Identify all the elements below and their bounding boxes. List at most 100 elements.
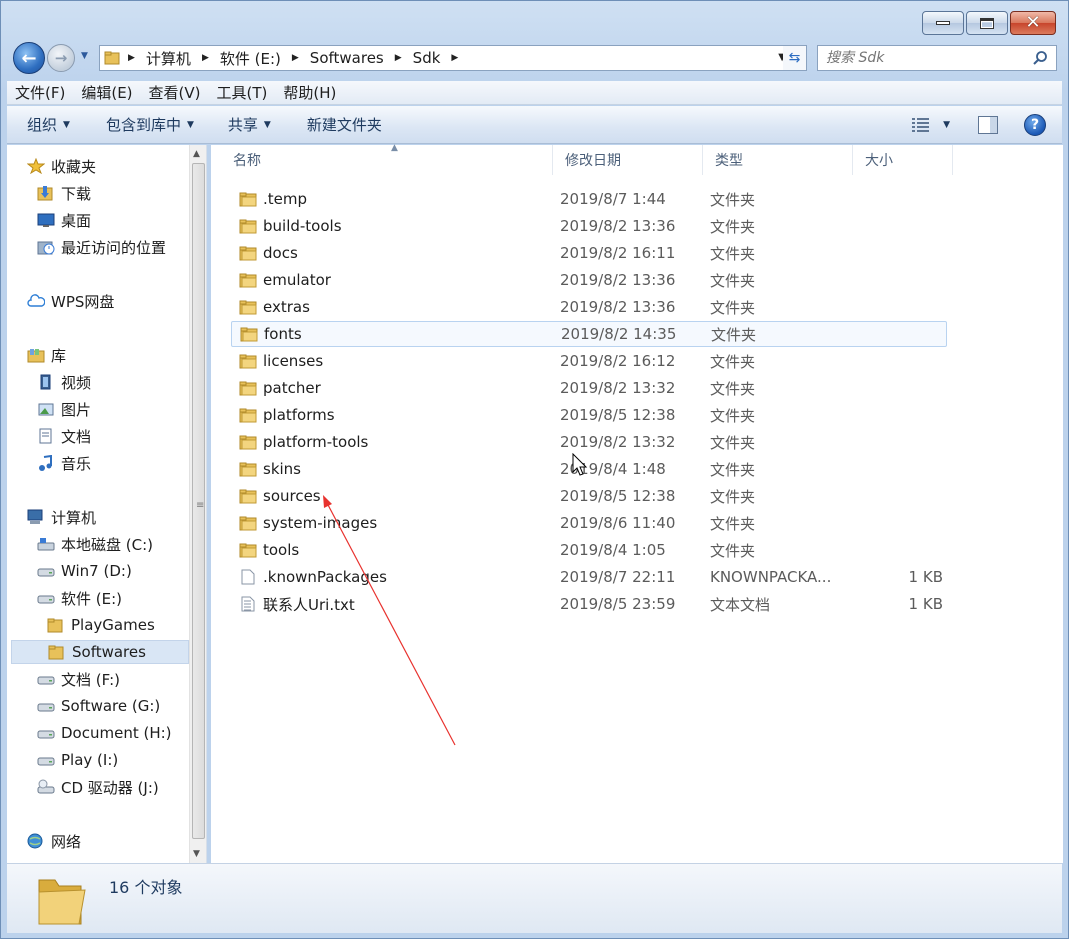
breadcrumb-item[interactable]: Softwares bbox=[310, 49, 384, 67]
nav-item[interactable]: Document (H:) bbox=[11, 721, 189, 745]
file-name-cell: 联系人Uri.txt bbox=[239, 594, 355, 615]
address-row: ← → ▼ ▶ 计算机▶软件 (E:)▶Softwares▶Sdk▶ ▼ ⇆ bbox=[11, 41, 1058, 77]
nav-item[interactable]: Softwares bbox=[11, 640, 189, 664]
nav-item[interactable]: Play (I:) bbox=[11, 748, 189, 772]
file-row[interactable]: patcher 2019/8/2 13:32 文件夹 bbox=[231, 375, 947, 401]
scrollbar-thumb[interactable]: ≡ bbox=[192, 163, 205, 839]
nav-item[interactable]: 收藏夹 bbox=[11, 154, 189, 178]
file-row[interactable]: licenses 2019/8/2 16:12 文件夹 bbox=[231, 348, 947, 374]
file-row[interactable]: sources 2019/8/5 12:38 文件夹 bbox=[231, 483, 947, 509]
breadcrumb-separator[interactable]: ▶ bbox=[202, 53, 209, 63]
preview-pane-icon[interactable] bbox=[978, 116, 998, 134]
scroll-up-icon[interactable]: ▲ bbox=[193, 149, 200, 159]
file-row[interactable]: emulator 2019/8/2 13:36 文件夹 bbox=[231, 267, 947, 293]
search-box[interactable] bbox=[817, 45, 1057, 71]
file-row[interactable]: platform-tools 2019/8/2 13:32 文件夹 bbox=[231, 429, 947, 455]
file-name-cell: tools bbox=[239, 541, 299, 559]
file-name: .knownPackages bbox=[263, 568, 387, 586]
file-row[interactable]: extras 2019/8/2 13:36 文件夹 bbox=[231, 294, 947, 320]
nav-item[interactable]: Software (G:) bbox=[11, 694, 189, 718]
command-label: 组织 bbox=[27, 116, 58, 134]
nav-item[interactable]: 图片 bbox=[11, 397, 189, 421]
breadcrumb-item[interactable]: 计算机 bbox=[146, 48, 191, 69]
column-header-type[interactable]: 类型 bbox=[703, 145, 853, 175]
menu-item[interactable]: 文件(F) bbox=[7, 82, 73, 103]
nav-item[interactable]: WPS网盘 bbox=[11, 289, 189, 313]
nav-item[interactable]: 计算机 bbox=[11, 505, 189, 529]
minimize-button[interactable] bbox=[922, 11, 964, 35]
file-type: 文件夹 bbox=[710, 379, 756, 398]
file-type: 文件夹 bbox=[710, 352, 756, 371]
desktop-icon bbox=[37, 213, 55, 227]
command-button[interactable]: 共享 ▼ bbox=[228, 114, 271, 135]
command-button[interactable]: 新建文件夹 bbox=[307, 114, 382, 135]
network-icon bbox=[27, 833, 43, 849]
command-button[interactable]: 组织 ▼ bbox=[27, 114, 70, 135]
menu-item[interactable]: 帮助(H) bbox=[275, 82, 344, 103]
column-header-date[interactable]: 修改日期 bbox=[553, 145, 703, 175]
folder-icon bbox=[239, 516, 257, 531]
nav-item[interactable]: 文档 (F:) bbox=[11, 667, 189, 691]
address-bar[interactable]: ▶ 计算机▶软件 (E:)▶Softwares▶Sdk▶ ▼ bbox=[99, 45, 791, 71]
nav-item[interactable]: 下载 bbox=[11, 181, 189, 205]
folder-icon bbox=[239, 192, 257, 207]
column-header-name[interactable]: 名称 ▲ bbox=[221, 143, 553, 175]
file-row[interactable]: system-images 2019/8/6 11:40 文件夹 bbox=[231, 510, 947, 536]
view-dropdown-icon[interactable]: ▼ bbox=[943, 120, 950, 130]
navigation-scrollbar[interactable]: ▲ ≡ ▼ bbox=[189, 145, 206, 863]
breadcrumb-separator[interactable]: ▶ bbox=[451, 53, 458, 63]
search-input[interactable] bbox=[826, 50, 1026, 66]
file-row[interactable]: fonts 2019/8/2 14:35 文件夹 bbox=[231, 321, 947, 347]
nav-item[interactable]: 软件 (E:) bbox=[11, 586, 189, 610]
file-name-cell: extras bbox=[239, 298, 310, 316]
scroll-down-icon[interactable]: ▼ bbox=[193, 849, 200, 859]
nav-item[interactable]: 库 bbox=[11, 343, 189, 367]
forward-button[interactable]: → bbox=[47, 44, 75, 72]
file-row[interactable]: .knownPackages 2019/8/7 22:11 KNOWNPACKA..… bbox=[231, 564, 947, 590]
breadcrumb-separator[interactable]: ▶ bbox=[128, 53, 135, 63]
nav-item[interactable]: CD 驱动器 (J:) bbox=[11, 775, 189, 799]
menu-item[interactable]: 编辑(E) bbox=[73, 82, 140, 103]
nav-item[interactable]: 视频 bbox=[11, 370, 189, 394]
breadcrumb-item[interactable]: 软件 (E:) bbox=[220, 48, 281, 69]
file-row[interactable]: .temp 2019/8/7 1:44 文件夹 bbox=[231, 186, 947, 212]
nav-item[interactable]: 最近访问的位置 bbox=[11, 235, 189, 259]
file-row[interactable]: skins 2019/8/4 1:48 文件夹 bbox=[231, 456, 947, 482]
nav-item-label: 本地磁盘 (C:) bbox=[61, 535, 153, 554]
file-name-cell: .temp bbox=[239, 190, 307, 208]
nav-item[interactable]: 桌面 bbox=[11, 208, 189, 232]
search-icon[interactable] bbox=[1032, 50, 1048, 66]
file-name: .temp bbox=[263, 190, 308, 208]
breadcrumb-separator[interactable]: ▶ bbox=[292, 53, 299, 63]
change-view-button[interactable]: ▼ bbox=[911, 117, 950, 133]
file-row[interactable]: platforms 2019/8/5 12:38 文件夹 bbox=[231, 402, 947, 428]
file-name: tools bbox=[263, 541, 300, 559]
command-button[interactable]: 包含到库中 ▼ bbox=[106, 114, 194, 135]
nav-item[interactable]: 文档 bbox=[11, 424, 189, 448]
recent-pages-dropdown[interactable]: ▼ bbox=[81, 51, 88, 61]
nav-item[interactable]: 本地磁盘 (C:) bbox=[11, 532, 189, 556]
text-file-icon bbox=[241, 596, 255, 612]
nav-item[interactable]: 音乐 bbox=[11, 451, 189, 475]
file-row[interactable]: tools 2019/8/4 1:05 文件夹 bbox=[231, 537, 947, 563]
back-button[interactable]: ← bbox=[13, 42, 45, 74]
file-row[interactable]: docs 2019/8/2 16:11 文件夹 bbox=[231, 240, 947, 266]
file-row[interactable]: 联系人Uri.txt 2019/8/5 23:59 文本文档 1 KB bbox=[231, 591, 947, 617]
refresh-button[interactable]: ⇆ bbox=[783, 45, 807, 71]
breadcrumb-separator[interactable]: ▶ bbox=[395, 53, 402, 63]
close-button[interactable]: ✕ bbox=[1010, 11, 1056, 35]
nav-item[interactable]: 网络 bbox=[11, 829, 189, 853]
column-header-label: 修改日期 bbox=[565, 153, 621, 169]
help-icon[interactable]: ? bbox=[1024, 114, 1046, 136]
breadcrumb-item[interactable]: Sdk bbox=[413, 49, 441, 67]
file-row[interactable]: build-tools 2019/8/2 13:36 文件夹 bbox=[231, 213, 947, 239]
chevron-down-icon: ▼ bbox=[263, 119, 271, 130]
menu-item[interactable]: 查看(V) bbox=[141, 82, 209, 103]
nav-item[interactable]: PlayGames bbox=[11, 613, 189, 637]
column-header-size[interactable]: 大小 bbox=[853, 145, 953, 175]
maximize-button[interactable] bbox=[966, 11, 1008, 35]
folder-icon bbox=[239, 435, 257, 450]
file-date: 2019/8/2 13:36 bbox=[560, 271, 676, 289]
menu-item[interactable]: 工具(T) bbox=[209, 82, 276, 103]
nav-item[interactable]: Win7 (D:) bbox=[11, 559, 189, 583]
